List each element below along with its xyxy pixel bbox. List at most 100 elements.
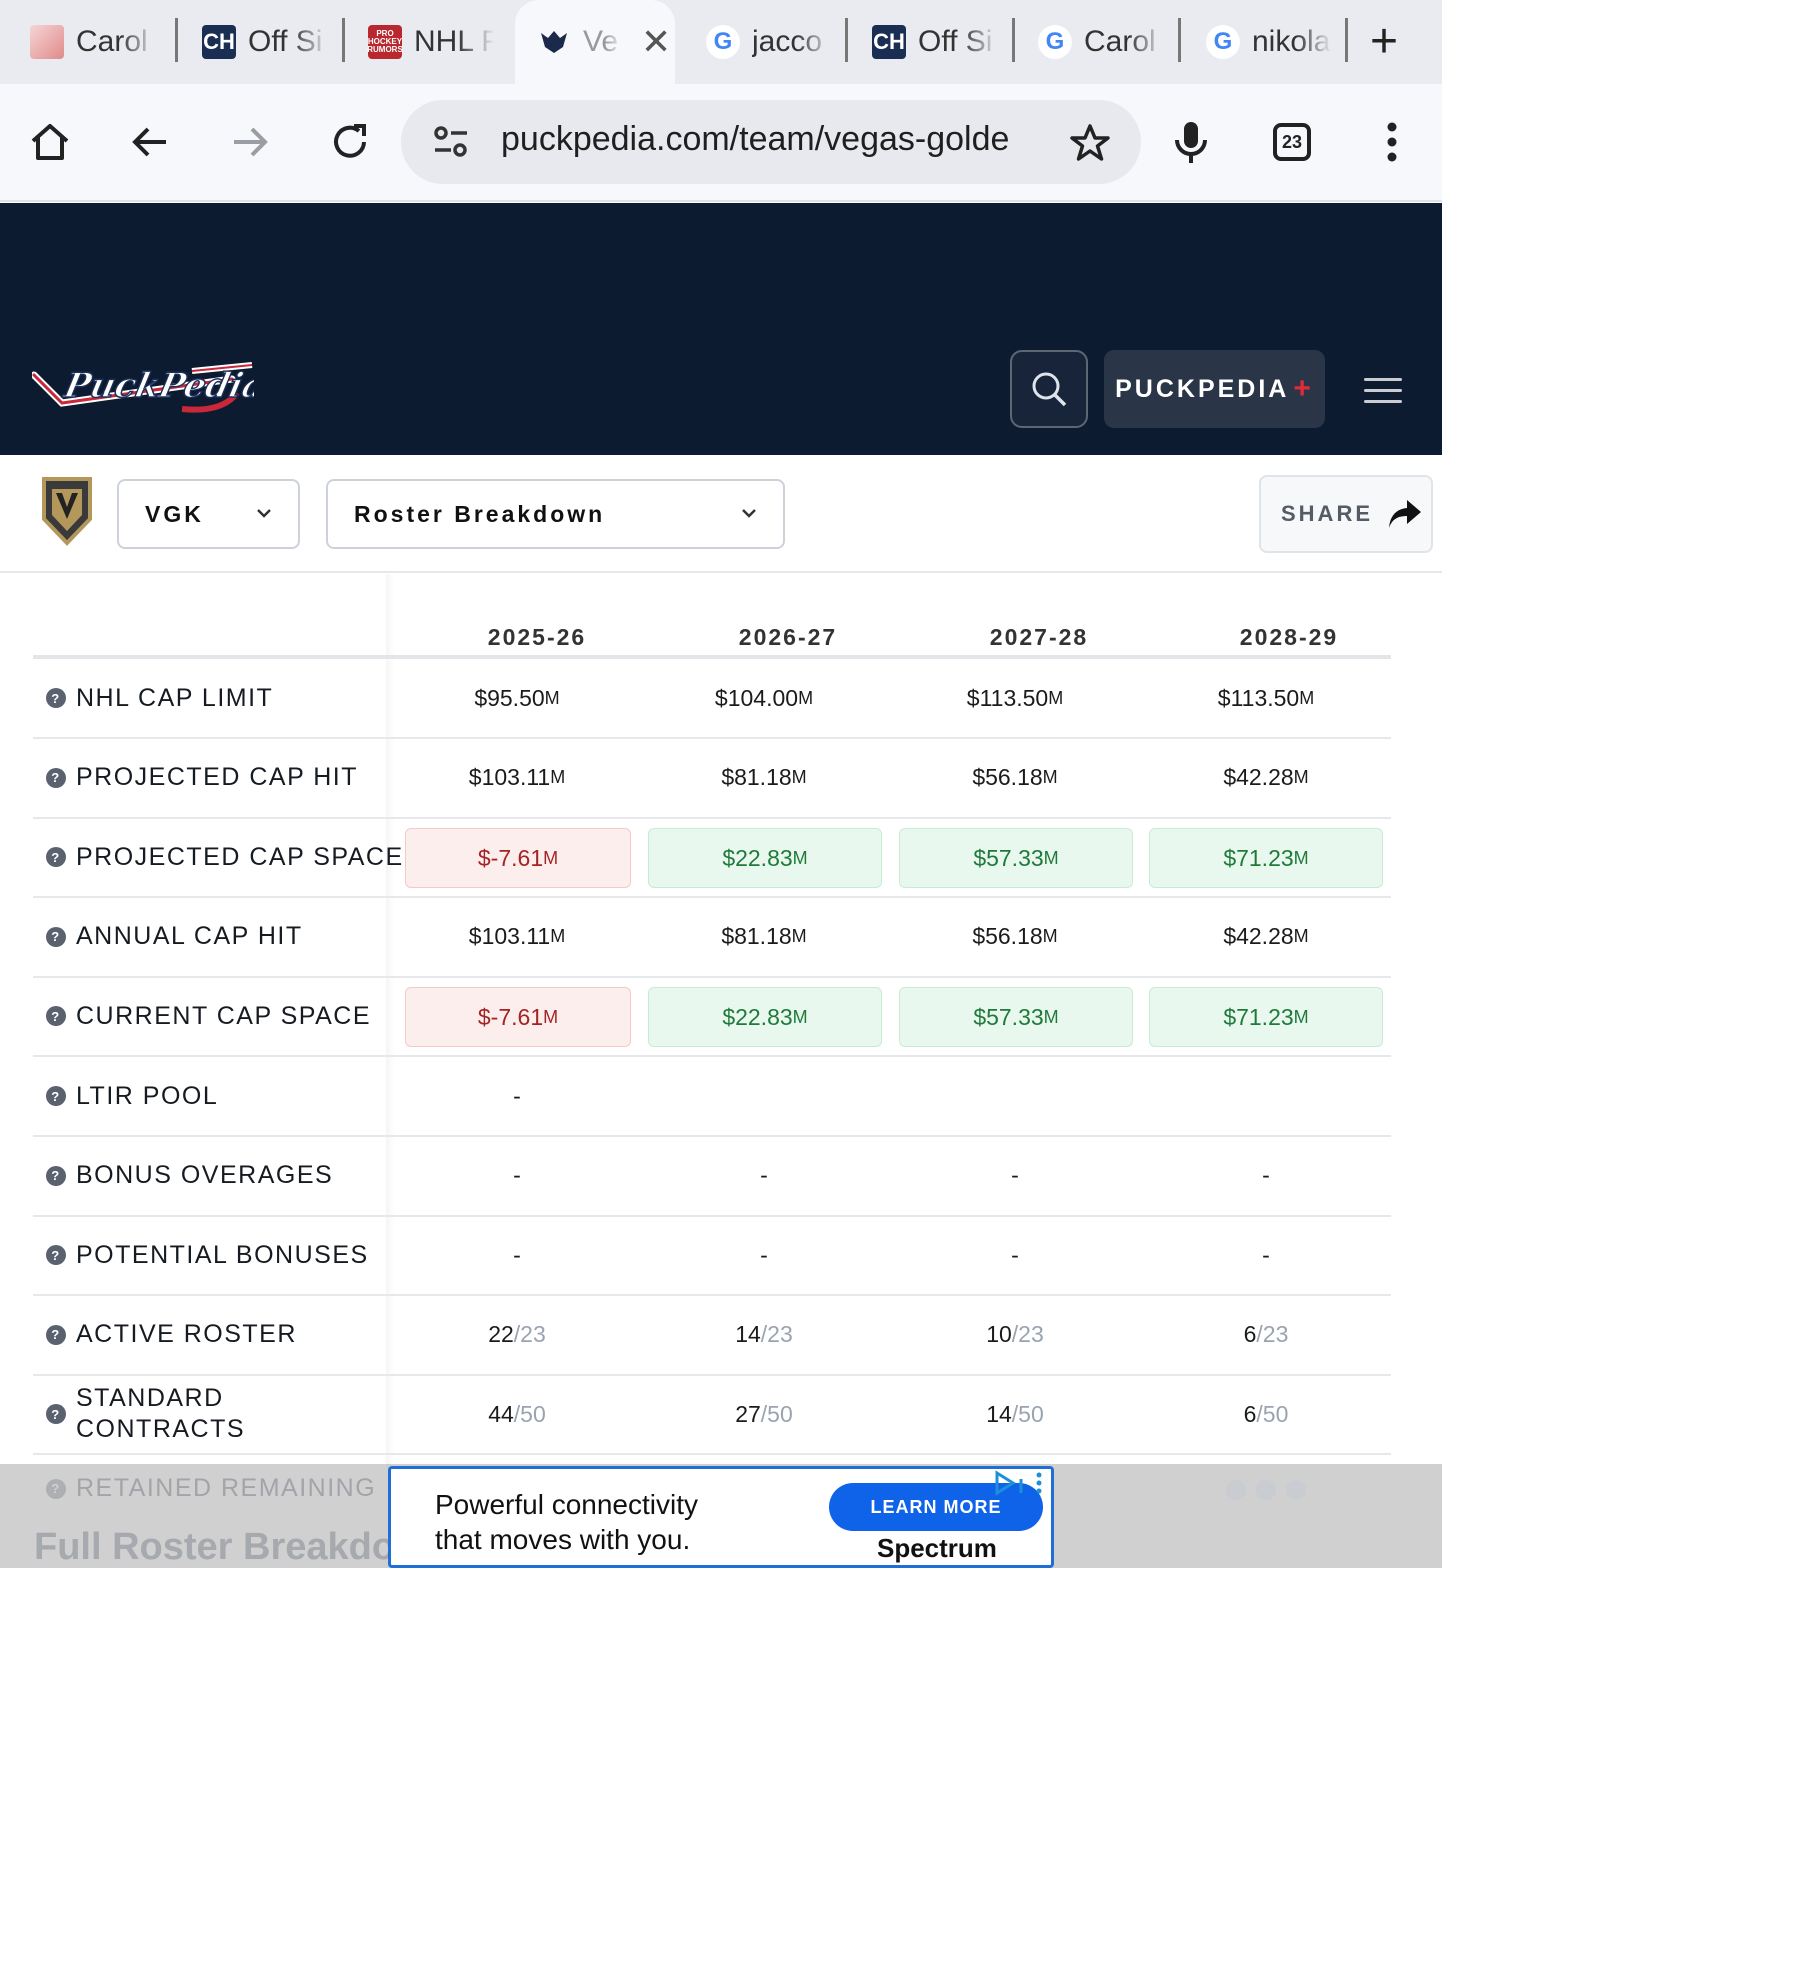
table-cell: $42.28 M (1146, 739, 1386, 817)
tab-switcher-button[interactable]: 23 (1264, 114, 1320, 170)
tab-label: Off Si (918, 25, 993, 58)
row-label-text: PROJECTED CAP HIT (76, 763, 359, 792)
browser-tab-active[interactable]: Ve ✕ (515, 0, 675, 84)
hamburger-menu-icon[interactable] (1364, 378, 1402, 404)
cap-space-value: $-7.61 M (405, 828, 631, 889)
more-menu-icon[interactable] (1364, 114, 1420, 170)
ad-choices-icon[interactable] (989, 1469, 1051, 1497)
unit: M (550, 767, 566, 788)
browser-tab[interactable]: G nikola (1176, 0, 1346, 84)
tab-label: NHL F (414, 25, 494, 58)
row-label-text: ANNUAL CAP HIT (76, 922, 303, 951)
amount: $57.33 (973, 1003, 1044, 1030)
table-cell: - (1262, 1162, 1270, 1189)
row-label: ? PROJECTED CAP HIT (46, 739, 358, 817)
amount: $22.83 (722, 844, 793, 871)
unit: M (791, 926, 807, 947)
tab-label: Carol (1084, 25, 1156, 58)
help-icon[interactable]: ? (46, 1006, 66, 1027)
view-select[interactable]: Roster Breakdown (326, 479, 785, 549)
help-icon[interactable]: ? (46, 1086, 66, 1106)
table-row: ? PROJECTED CAP HIT $103.11 M $81.18 M $56.18 M… (33, 739, 1391, 819)
row-label-text: PROJECTED CAP SPACE (76, 842, 404, 871)
row-label: ? STANDARD CONTRACTS (46, 1375, 245, 1453)
help-icon[interactable]: ? (46, 1245, 66, 1266)
unit: M (791, 767, 807, 788)
plus-symbol: + (1293, 372, 1314, 405)
year-header: 2027-28 (989, 624, 1089, 650)
table-cell: - (760, 1241, 768, 1268)
forward-arrow-icon[interactable] (222, 114, 278, 170)
amount: $56.18 (972, 764, 1043, 791)
new-tab-plus-icon[interactable]: + (1370, 14, 1398, 69)
help-icon[interactable]: ? (46, 767, 66, 788)
browser-tab[interactable]: Carol (0, 0, 176, 84)
back-arrow-icon[interactable] (122, 114, 178, 170)
table-cell: 14/50 (895, 1375, 1135, 1453)
unit: M (1293, 926, 1309, 947)
cap-table: 2025-26 2026-27 2027-28 2028-29 ? NHL CAP… (0, 574, 1442, 1468)
help-icon[interactable]: ? (46, 1404, 66, 1425)
limit: /23 (760, 1321, 793, 1348)
amount: $71.23 (1223, 1003, 1294, 1030)
vegas-golden-knights-logo-icon (38, 475, 96, 547)
table-cell: - (1011, 1162, 1019, 1189)
row-label: ? CURRENT CAP SPACE (46, 977, 371, 1055)
share-button[interactable]: SHARE (1259, 475, 1433, 553)
tab-close-icon[interactable]: ✕ (641, 21, 671, 63)
spectrum-ad-banner[interactable]: Powerful connectivity that moves with yo… (388, 1466, 1054, 1568)
amount: $95.50 (474, 684, 545, 711)
cap-space-value: $71.23 M (1149, 828, 1383, 889)
tab-separator (1345, 18, 1348, 62)
puckpedia-logo[interactable]: PuckPedia (30, 353, 269, 423)
help-icon[interactable]: ? (46, 847, 66, 868)
table-cell: - (513, 1241, 521, 1268)
table-cell: $56.18 M (895, 739, 1135, 817)
count: 14 (735, 1321, 761, 1348)
table-cell: $56.18 M (895, 898, 1135, 976)
row-label-text: LTIR POOL (76, 1081, 219, 1110)
amount: $22.83 (722, 1003, 793, 1030)
team-select[interactable]: VGK (117, 479, 300, 549)
microphone-icon[interactable] (1163, 114, 1219, 170)
unit: M (544, 687, 560, 708)
bookmark-star-icon[interactable] (1069, 122, 1111, 169)
team-filter-bar: VGK Roster Breakdown SHARE (0, 455, 1442, 573)
puckpedia-plus-label: PUCKPEDIA (1115, 374, 1290, 403)
browser-tab[interactable]: G Carol (1008, 0, 1178, 84)
browser-tab[interactable]: CH Off Si (842, 0, 1012, 84)
ad-headline: Powerful connectivity that moves with yo… (435, 1487, 698, 1557)
google-favicon-icon: G (706, 25, 740, 59)
table-cell: 27/50 (644, 1375, 884, 1453)
address-bar[interactable]: puckpedia.com/team/vegas-golde (401, 100, 1141, 184)
table-cell: $81.18 M (644, 898, 884, 976)
browser-tab[interactable]: G jacco (676, 0, 846, 84)
table-cell: 22/23 (397, 1296, 637, 1374)
puckpedia-plus-button[interactable]: PUCKPEDIA + (1104, 350, 1325, 428)
reload-icon[interactable] (322, 114, 378, 170)
help-icon[interactable]: ? (46, 688, 66, 708)
amount: $71.23 (1223, 844, 1294, 871)
table-cell: - (1262, 1241, 1270, 1268)
table-row: ? POTENTIAL BONUSES - - - - (33, 1216, 1391, 1297)
tab-label: Ve (583, 25, 619, 58)
home-icon[interactable] (22, 114, 78, 170)
search-button[interactable] (1010, 350, 1088, 428)
site-settings-icon[interactable] (431, 124, 471, 165)
help-icon[interactable]: ? (46, 1324, 66, 1345)
logo-text: PuckPedia (60, 366, 254, 406)
unit: M (1293, 767, 1309, 788)
table-row: ? NHL CAP LIMIT $95.50 M $104.00 M $113.50 M $11… (33, 659, 1391, 739)
unit: M (1048, 687, 1064, 708)
help-icon[interactable]: ? (46, 926, 66, 947)
unit: M (1293, 847, 1309, 868)
browser-tab[interactable]: PRO HOCKEY RUMORS NHL F (338, 0, 513, 84)
table-cell: $81.18 M (644, 739, 884, 817)
ad-line-2: that moves with you. (435, 1524, 691, 1555)
help-icon[interactable]: ? (46, 1165, 66, 1186)
unit: M (550, 926, 566, 947)
limit: /50 (1011, 1400, 1044, 1427)
table-cell: 6/23 (1146, 1296, 1386, 1374)
browser-tab[interactable]: CH Off Si (172, 0, 342, 84)
table-cell: 10/23 (895, 1296, 1135, 1374)
